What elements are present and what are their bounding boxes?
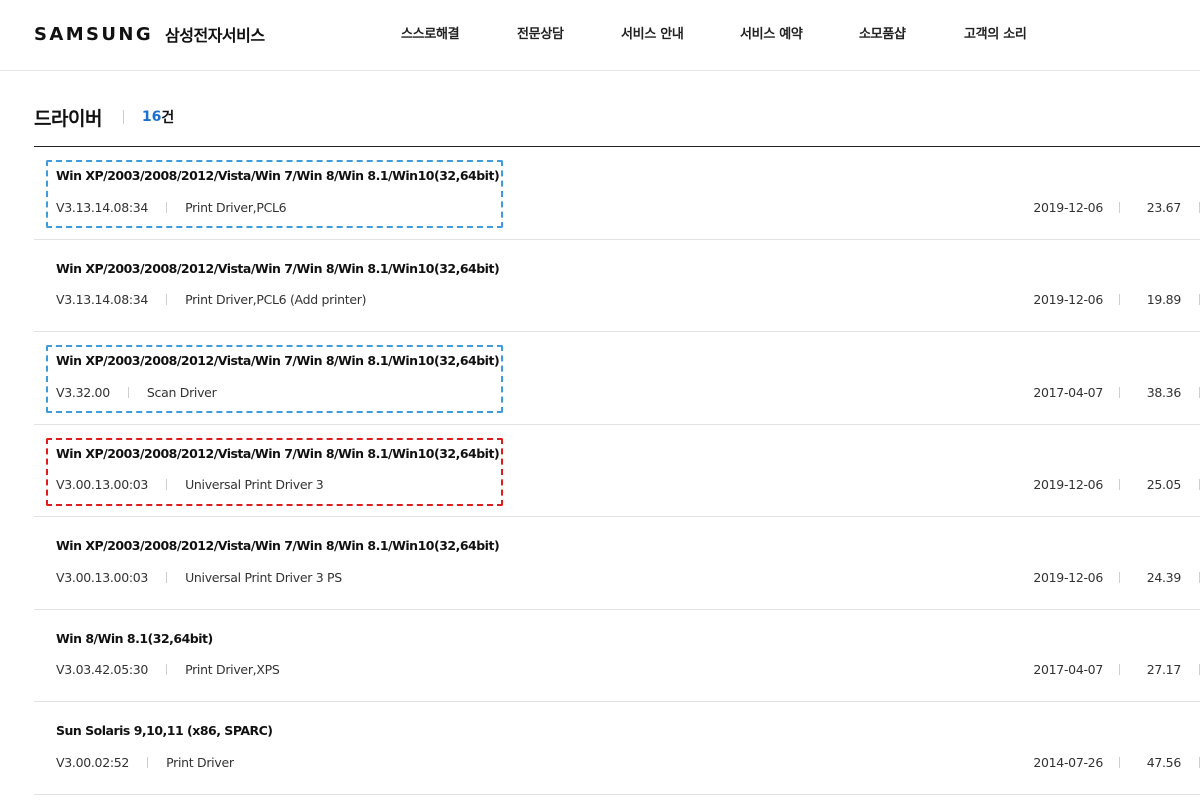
page-title: 드라이버 xyxy=(34,107,102,130)
meta-divider xyxy=(147,756,149,768)
driver-meta: V3.32.00 Scan Driver xyxy=(56,383,217,401)
driver-os[interactable]: Sun Solaris 9,10,11 (x86, SPARC) xyxy=(56,723,273,738)
section-header: 드라이버 16 건 xyxy=(34,104,174,130)
samsung-logo[interactable]: SAMSUNG 삼성전자서비스 xyxy=(34,22,265,46)
driver-size: 25.05 xyxy=(1146,477,1182,492)
driver-row[interactable]: Win XP/2003/2008/2012/Vista/Win 7/Win 8/… xyxy=(34,517,1200,610)
driver-version: V3.00.13.00:03 xyxy=(56,569,149,585)
meta-divider xyxy=(166,664,168,675)
driver-meta: V3.00.02:52 Print Driver xyxy=(56,753,234,771)
driver-os[interactable]: Win 8/Win 8.1(32,64bit) xyxy=(56,631,213,646)
driver-info: 2017-04-07 38.36 xyxy=(1033,383,1200,401)
driver-os[interactable]: Win XP/2003/2008/2012/Vista/Win 7/Win 8/… xyxy=(56,538,500,553)
driver-info: 2019-12-06 23.67 xyxy=(1033,198,1200,216)
nav-supplies-shop[interactable]: 소모품샵 xyxy=(859,23,906,42)
driver-info: 2014-07-26 47.56 xyxy=(1033,753,1200,771)
driver-date: 2019-12-06 xyxy=(1033,569,1103,585)
driver-meta: V3.13.14.08:34 Print Driver,PCL6 xyxy=(56,198,287,216)
nav-service-guide[interactable]: 서비스 안내 xyxy=(621,23,684,42)
driver-row[interactable]: Sun Solaris 9,10,11 (x86, SPARC) V3.00.0… xyxy=(34,702,1200,795)
driver-row[interactable]: Win XP/2003/2008/2012/Vista/Win 7/Win 8/… xyxy=(34,425,1200,517)
driver-type: Print Driver xyxy=(166,754,234,770)
site-header: SAMSUNG 삼성전자서비스 스스로해결 전문상담 서비스 안내 서비스 예약… xyxy=(0,0,1200,71)
driver-date: 2014-07-26 xyxy=(1033,754,1103,770)
driver-info: 2019-12-06 25.05 xyxy=(1033,476,1200,494)
driver-date: 2019-12-06 xyxy=(1033,477,1103,492)
title-divider xyxy=(122,110,124,124)
driver-date: 2017-04-07 xyxy=(1033,384,1103,400)
nav-expert-consult[interactable]: 전문상담 xyxy=(517,23,564,42)
driver-row[interactable]: Win 8/Win 8.1(32,64bit) V3.03.42.05:30 P… xyxy=(34,610,1200,702)
info-divider xyxy=(1119,756,1120,768)
driver-meta: V3.03.42.05:30 Print Driver,XPS xyxy=(56,661,280,679)
info-divider xyxy=(1119,386,1120,398)
driver-row[interactable]: Win XP/2003/2008/2012/Vista/Win 7/Win 8/… xyxy=(34,332,1200,425)
driver-version: V3.03.42.05:30 xyxy=(56,662,149,677)
driver-os[interactable]: Win XP/2003/2008/2012/Vista/Win 7/Win 8/… xyxy=(56,353,500,368)
driver-size: 27.17 xyxy=(1146,662,1182,677)
driver-info: 2019-12-06 19.89 xyxy=(1033,291,1200,309)
driver-size: 23.67 xyxy=(1146,199,1182,215)
meta-divider xyxy=(127,386,129,398)
driver-version: V3.00.02:52 xyxy=(56,754,130,770)
driver-version: V3.00.13.00:03 xyxy=(56,477,149,492)
meta-divider xyxy=(166,479,168,490)
meta-divider xyxy=(166,201,168,213)
info-divider xyxy=(1119,294,1120,305)
driver-type: Print Driver,XPS xyxy=(185,662,280,677)
meta-divider xyxy=(166,571,168,583)
nav-service-reservation[interactable]: 서비스 예약 xyxy=(740,23,803,42)
driver-list: Win XP/2003/2008/2012/Vista/Win 7/Win 8/… xyxy=(34,146,1200,795)
driver-os[interactable]: Win XP/2003/2008/2012/Vista/Win 7/Win 8/… xyxy=(56,168,500,183)
info-divider xyxy=(1119,479,1120,490)
driver-info: 2017-04-07 27.17 xyxy=(1033,661,1200,679)
driver-size: 47.56 xyxy=(1146,754,1182,770)
driver-meta: V3.00.13.00:03 Universal Print Driver 3 … xyxy=(56,568,342,586)
driver-info: 2019-12-06 24.39 xyxy=(1033,568,1200,586)
driver-meta: V3.13.14.08:34 Print Driver,PCL6 (Add pr… xyxy=(56,291,367,309)
service-name: 삼성전자서비스 xyxy=(165,26,265,45)
driver-type: Print Driver,PCL6 (Add printer) xyxy=(185,292,367,307)
driver-version: V3.13.14.08:34 xyxy=(56,199,149,215)
driver-row[interactable]: Win XP/2003/2008/2012/Vista/Win 7/Win 8/… xyxy=(34,240,1200,332)
driver-version: V3.32.00 xyxy=(56,384,110,400)
info-divider xyxy=(1119,571,1120,583)
info-divider xyxy=(1119,664,1120,675)
driver-row[interactable]: Win XP/2003/2008/2012/Vista/Win 7/Win 8/… xyxy=(34,147,1200,240)
meta-divider xyxy=(166,294,168,305)
result-count: 16 xyxy=(141,109,162,125)
driver-os[interactable]: Win XP/2003/2008/2012/Vista/Win 7/Win 8/… xyxy=(56,446,500,461)
driver-date: 2019-12-06 xyxy=(1033,199,1103,215)
info-divider xyxy=(1119,201,1120,213)
driver-date: 2019-12-06 xyxy=(1033,292,1103,307)
driver-version: V3.13.14.08:34 xyxy=(56,292,149,307)
driver-size: 19.89 xyxy=(1146,292,1182,307)
driver-os[interactable]: Win XP/2003/2008/2012/Vista/Win 7/Win 8/… xyxy=(56,261,500,276)
nav-self-solve[interactable]: 스스로해결 xyxy=(401,23,460,42)
result-count-unit: 건 xyxy=(161,110,175,126)
driver-size: 38.36 xyxy=(1146,384,1182,400)
driver-size: 24.39 xyxy=(1146,569,1182,585)
driver-type: Universal Print Driver 3 PS xyxy=(185,569,342,585)
nav-customer-voice[interactable]: 고객의 소리 xyxy=(964,23,1027,42)
driver-meta: V3.00.13.00:03 Universal Print Driver 3 xyxy=(56,476,324,494)
driver-date: 2017-04-07 xyxy=(1033,662,1103,677)
driver-type: Scan Driver xyxy=(146,384,217,400)
driver-type: Print Driver,PCL6 xyxy=(185,199,287,215)
driver-type: Universal Print Driver 3 xyxy=(185,477,324,492)
brand-wordmark: SAMSUNG xyxy=(34,23,154,45)
